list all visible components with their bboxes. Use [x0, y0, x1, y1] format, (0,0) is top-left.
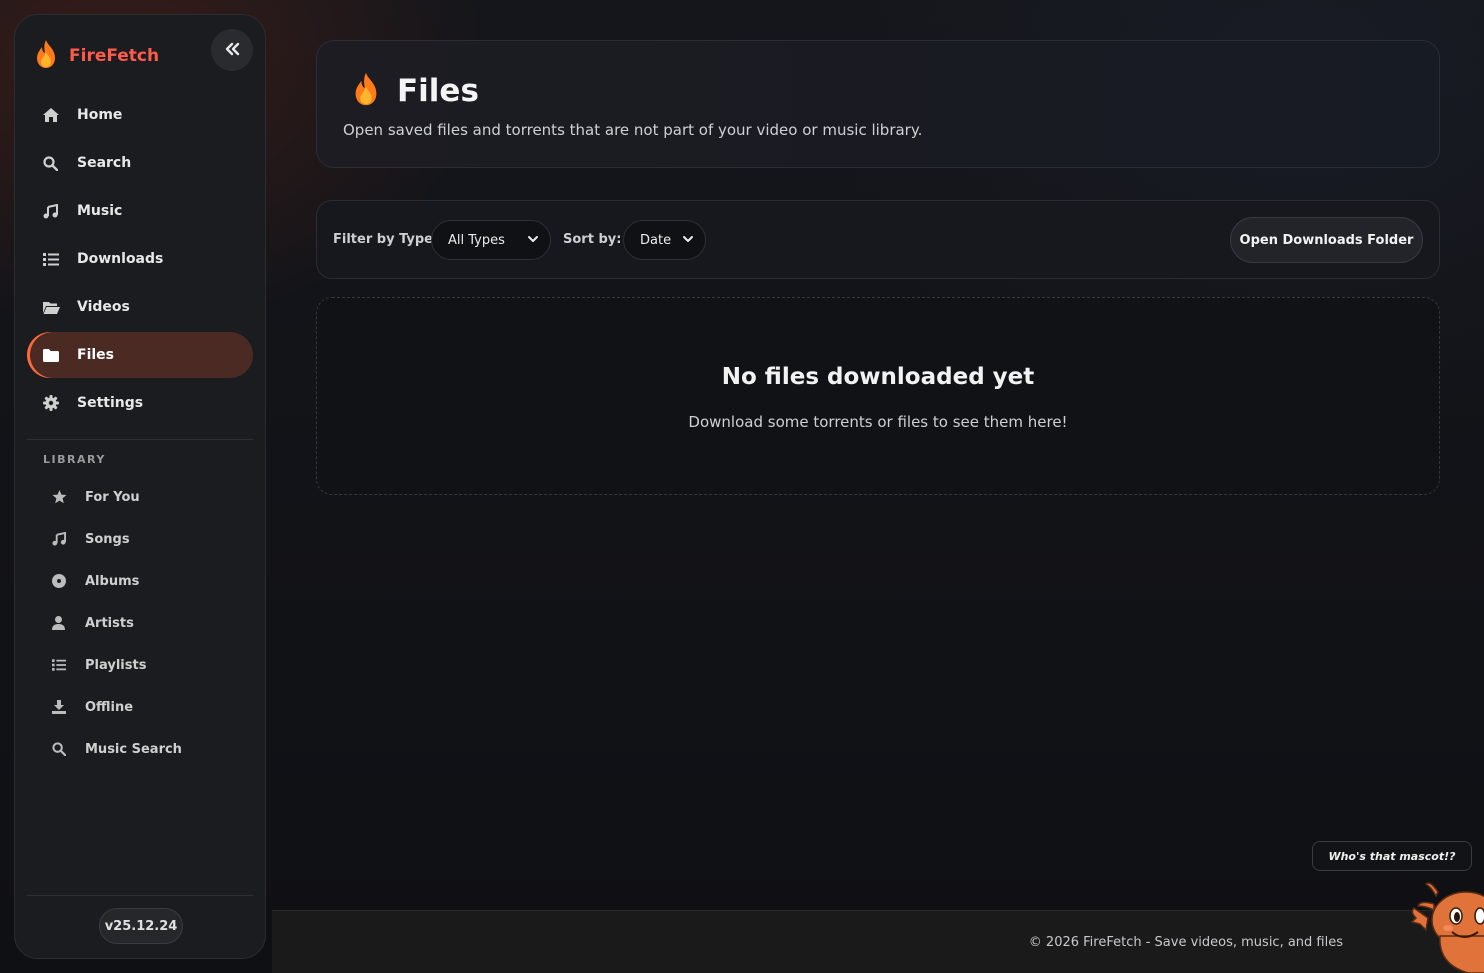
main-nav: Home Search Music Downloads Videos Files…	[27, 92, 253, 428]
nav-label: Downloads	[77, 251, 164, 267]
nav-item-videos[interactable]: Videos	[27, 284, 253, 330]
music-note-icon	[52, 532, 85, 546]
library-label: Artists	[85, 615, 134, 631]
sort-by-select[interactable]: Date	[623, 220, 706, 260]
brand[interactable]: FireFetch	[33, 39, 159, 73]
open-downloads-folder-button[interactable]: Open Downloads Folder	[1230, 217, 1423, 263]
library-label: Songs	[85, 531, 130, 547]
empty-state-title: No files downloaded yet	[721, 364, 1035, 390]
version-badge: v25.12.24	[99, 908, 183, 944]
list-icon	[43, 252, 77, 266]
filter-type-select[interactable]: All Types	[431, 220, 551, 260]
disc-icon	[52, 574, 85, 588]
empty-state-subtitle: Download some torrents or files to see t…	[688, 413, 1068, 431]
empty-state: No files downloaded yet Download some to…	[316, 297, 1440, 495]
flame-icon	[351, 71, 381, 111]
mascot-axolotl[interactable]	[1408, 874, 1484, 973]
double-chevron-left-icon	[224, 41, 240, 60]
nav-label: Videos	[77, 299, 130, 315]
nav-label: Home	[77, 107, 123, 123]
sort-by-value: Date	[640, 232, 672, 248]
nav-item-files[interactable]: Files	[27, 332, 253, 378]
page-title: Files	[397, 73, 479, 109]
app-name: FireFetch	[69, 46, 160, 66]
library-item-for-you[interactable]: For You	[41, 476, 251, 518]
nav-item-music[interactable]: Music	[27, 188, 253, 234]
library-label: Music Search	[85, 741, 182, 757]
library-nav: For You Songs Albums Artists Playlists O…	[41, 476, 251, 770]
chevron-down-icon	[526, 232, 540, 246]
library-item-songs[interactable]: Songs	[41, 518, 251, 560]
sort-by-label: Sort by:	[563, 232, 622, 247]
filter-type-value: All Types	[448, 232, 505, 248]
folder-icon	[43, 348, 77, 362]
footer: © 2026 FireFetch - Save videos, music, a…	[272, 910, 1484, 973]
user-icon	[52, 616, 85, 630]
star-icon	[52, 490, 85, 504]
filter-bar: Filter by Type: All Types Sort by: Date …	[316, 200, 1440, 279]
footer-copyright: © 2026 FireFetch - Save videos, music, a…	[1028, 935, 1343, 950]
library-label: For You	[85, 489, 140, 505]
music-note-icon	[43, 203, 77, 219]
library-item-albums[interactable]: Albums	[41, 560, 251, 602]
library-item-offline[interactable]: Offline	[41, 686, 251, 728]
sidebar: FireFetch Home Search Music Downloads Vi…	[14, 14, 266, 959]
folder-open-icon	[43, 301, 77, 314]
download-icon	[52, 700, 85, 714]
nav-item-settings[interactable]: Settings	[27, 380, 253, 426]
page-subtitle: Open saved files and torrents that are n…	[343, 121, 923, 139]
gear-icon	[43, 395, 77, 411]
library-heading: LIBRARY	[43, 453, 106, 466]
page-title-row: Files	[351, 71, 479, 111]
library-label: Albums	[85, 573, 140, 589]
library-label: Offline	[85, 699, 134, 715]
page-header: Files Open saved files and torrents that…	[316, 40, 1440, 168]
search-icon	[52, 742, 85, 756]
library-label: Playlists	[85, 657, 147, 673]
sidebar-bottom-divider	[27, 895, 253, 896]
nav-item-home[interactable]: Home	[27, 92, 253, 138]
search-icon	[43, 155, 77, 171]
nav-item-search[interactable]: Search	[27, 140, 253, 186]
nav-label: Search	[77, 155, 132, 171]
library-item-playlists[interactable]: Playlists	[41, 644, 251, 686]
sidebar-divider	[27, 439, 253, 440]
nav-label: Music	[77, 203, 123, 219]
home-icon	[43, 108, 77, 122]
chevron-down-icon	[681, 232, 695, 246]
filter-type-label: Filter by Type:	[333, 232, 439, 247]
list-icon	[52, 659, 85, 671]
mascot-speech-bubble[interactable]: Who's that mascot!?	[1312, 841, 1472, 871]
nav-label: Files	[77, 347, 114, 363]
nav-item-downloads[interactable]: Downloads	[27, 236, 253, 282]
collapse-sidebar-button[interactable]	[211, 29, 253, 71]
flame-logo-icon	[33, 39, 59, 73]
library-item-music-search[interactable]: Music Search	[41, 728, 251, 770]
nav-label: Settings	[77, 395, 144, 411]
library-item-artists[interactable]: Artists	[41, 602, 251, 644]
